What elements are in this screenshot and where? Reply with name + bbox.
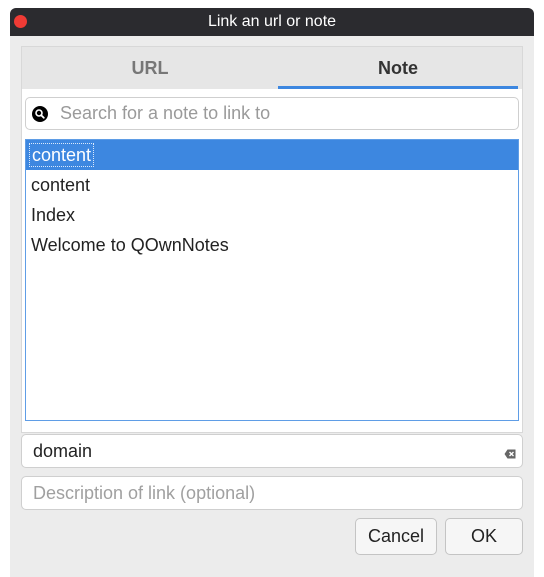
tab-bar: URL Note <box>22 47 522 89</box>
description-input[interactable] <box>22 477 492 509</box>
window-title: Link an url or note <box>207 13 337 30</box>
title-bar[interactable]: Link an url or note <box>10 8 534 36</box>
note-search-input[interactable] <box>56 98 519 129</box>
note-list-item-label: content <box>29 143 95 167</box>
note-list-item-label: content <box>31 175 91 195</box>
description-field <box>21 476 523 510</box>
note-list-item[interactable]: content <box>26 140 518 170</box>
active-tab-indicator <box>278 86 518 89</box>
url-field <box>21 434 523 468</box>
note-list-item[interactable]: Index <box>26 200 518 230</box>
note-list-item-label: Index <box>31 205 76 225</box>
note-list-item[interactable]: Welcome to QOwnNotes <box>26 230 518 260</box>
cancel-button[interactable]: Cancel <box>355 518 437 555</box>
tab-url[interactable]: URL <box>22 47 278 89</box>
note-list[interactable]: content content Index Welcome to QOwnNot… <box>25 139 519 421</box>
note-search-box <box>25 97 519 130</box>
link-dialog: Link an url or note URL Note content con… <box>10 8 534 577</box>
tab-panel: URL Note content content Index Welcome t… <box>21 46 523 433</box>
clear-text-icon[interactable] <box>504 446 516 459</box>
url-input[interactable] <box>22 435 492 467</box>
note-list-item-label: Welcome to QOwnNotes <box>31 235 229 255</box>
search-icon <box>32 106 48 122</box>
note-list-item[interactable]: content <box>26 170 518 200</box>
ok-button[interactable]: OK <box>445 518 523 555</box>
tab-note[interactable]: Note <box>278 47 518 89</box>
